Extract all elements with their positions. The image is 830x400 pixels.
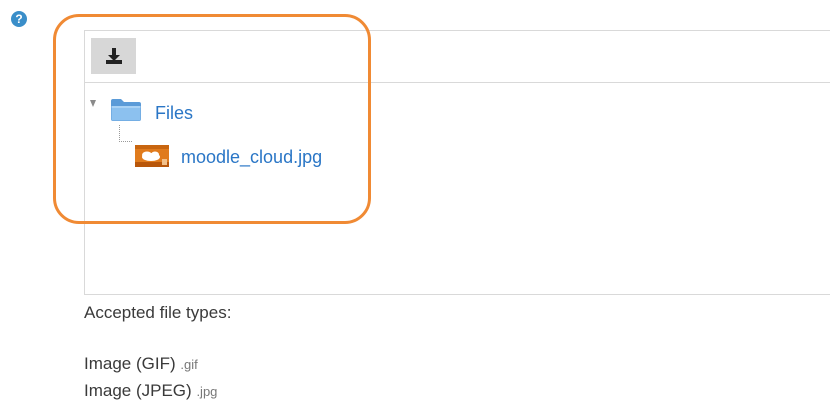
tree-connector (119, 125, 132, 142)
image-file-icon (135, 145, 169, 167)
type-extension: .jpg (196, 384, 218, 399)
download-icon (106, 48, 122, 64)
file-manager: Files moodle_cloud.jpg (84, 30, 830, 295)
type-name: Image (JPEG) (84, 381, 192, 400)
file-tree: Files moodle_cloud.jpg (85, 83, 830, 293)
type-name: Image (GIF) (84, 354, 176, 373)
type-extension: .gif (180, 357, 198, 372)
tree-folder-files[interactable]: Files (155, 103, 193, 124)
tree-file-item[interactable]: moodle_cloud.jpg (181, 147, 322, 168)
accepted-type-item: Image (JPEG) .jpg (84, 381, 217, 400)
file-manager-toolbar (85, 31, 830, 83)
folder-icon (111, 99, 141, 121)
accepted-type-item: Image (GIF) .gif (84, 354, 198, 374)
file-picker-page: ? Files moodle_cloud.jpg Accepted file t… (0, 0, 830, 400)
accepted-file-types-label: Accepted file types: (84, 303, 232, 322)
download-all-button[interactable] (91, 38, 136, 74)
help-icon[interactable]: ? (11, 11, 27, 27)
expand-arrow-icon[interactable] (90, 100, 96, 107)
